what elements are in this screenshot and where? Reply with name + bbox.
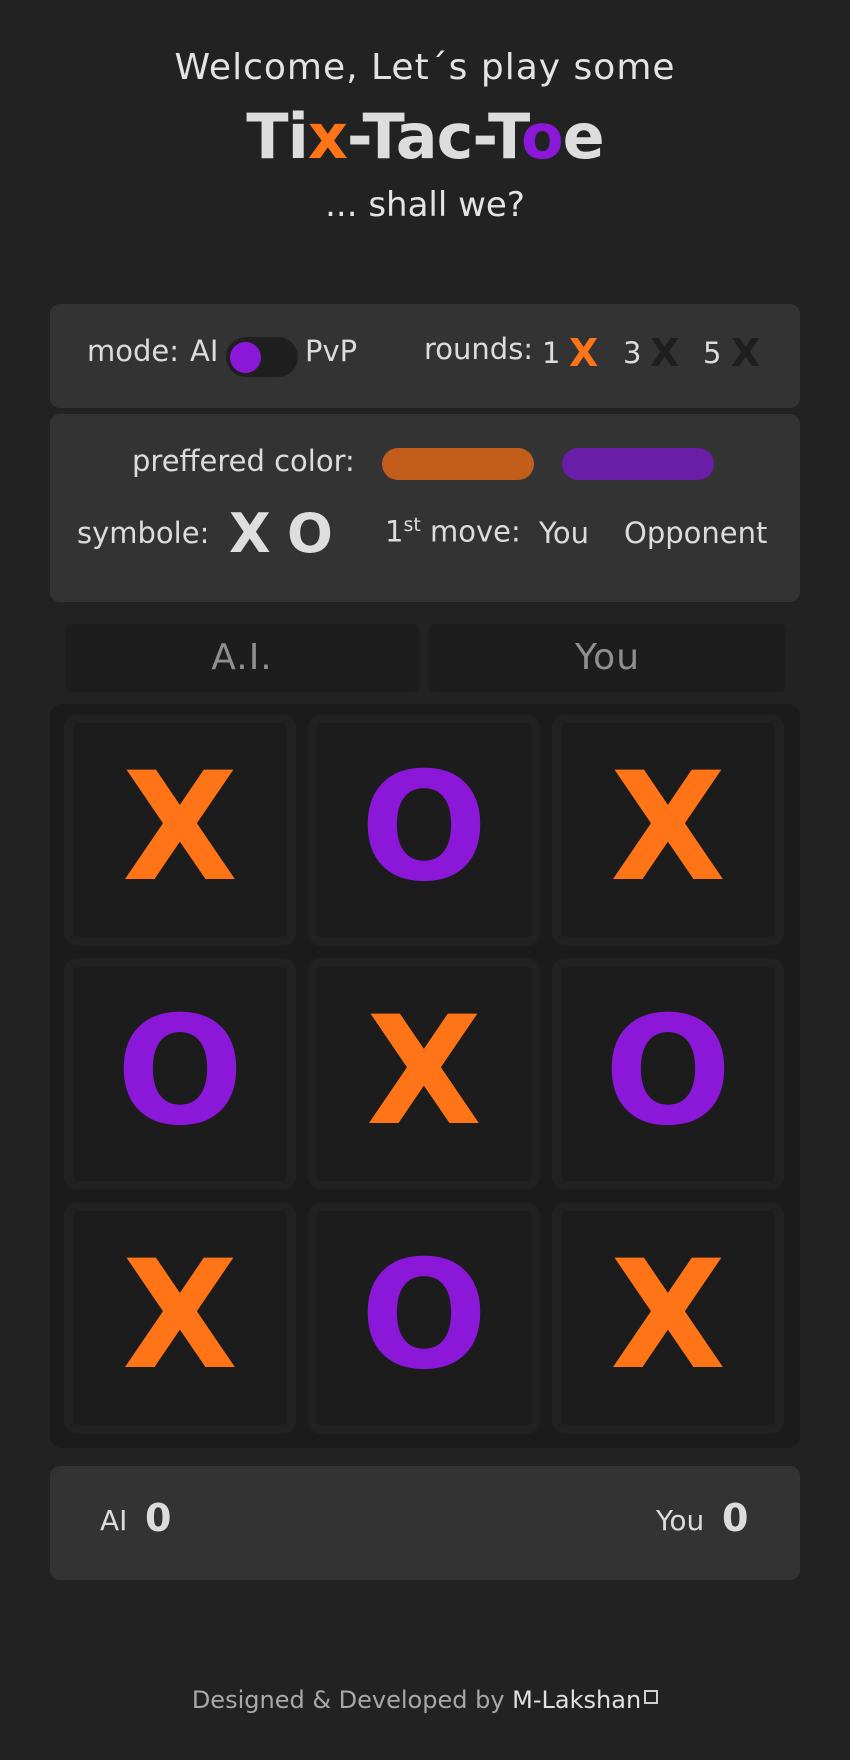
welcome-text: Welcome, Let´s play some [174, 47, 676, 88]
o-mark: O [116, 985, 244, 1159]
board-cell-1[interactable]: X [64, 714, 296, 946]
mode-ai-option[interactable]: AI [190, 334, 218, 368]
header: Welcome, Let´s play some Tix-Tac-Toe ...… [0, 40, 850, 232]
board-cell-6[interactable]: O [552, 958, 784, 1190]
board-cell-7[interactable]: X [64, 1202, 296, 1434]
color-swatch-purple[interactable] [562, 448, 714, 480]
board-cell-4[interactable]: O [64, 958, 296, 1190]
author-link[interactable]: M-Lakshan [512, 1686, 659, 1714]
first-move-label: 1st move: [385, 514, 521, 549]
x-mark: X [366, 985, 482, 1159]
first-move-you[interactable]: You [539, 516, 589, 550]
score-you-label: You [656, 1504, 705, 1537]
color-label: preffered color: [132, 444, 355, 478]
score-ai-value: 0 [145, 1496, 172, 1540]
first-move-opponent[interactable]: Opponent [624, 516, 767, 550]
round-value: 1 [542, 336, 561, 370]
preferences-panel: preffered color: symbole: X O 1st move: … [50, 414, 800, 602]
round-value: 5 [703, 336, 722, 370]
x-mark: X [610, 741, 726, 915]
footer: Designed & Developed by M-Lakshan [0, 1686, 850, 1714]
o-mark: O [360, 1229, 488, 1403]
footer-text: Designed & Developed by [191, 1686, 513, 1714]
rounds-label: rounds: [424, 332, 534, 366]
o-mark: O [604, 985, 732, 1159]
game-board: X O X O X O X O X [50, 704, 800, 1448]
mode-label: mode: [87, 334, 180, 368]
score-ai-label: AI [100, 1504, 128, 1537]
x-mark: X [122, 741, 238, 915]
round-value: 3 [623, 336, 642, 370]
toggle-knob [230, 342, 261, 373]
board-cell-5[interactable]: X [308, 958, 540, 1190]
symbol-x-option[interactable]: X [229, 502, 271, 565]
x-mark: X [122, 1229, 238, 1403]
round-x-icon: X [569, 331, 599, 375]
game-title: Tix-Tac-Toe [246, 100, 604, 173]
round-x-icon: X [650, 331, 680, 375]
color-swatch-orange[interactable] [382, 448, 534, 480]
o-mark: O [360, 741, 488, 915]
symbol-o-option[interactable]: O [287, 502, 333, 565]
scoreboard: AI 0 You 0 [50, 1466, 800, 1580]
turn-indicator-ai: A.I. [65, 624, 419, 692]
external-link-icon [644, 1690, 659, 1704]
settings-panel: mode: AI PvP rounds: 1 X 3 X 5 X [50, 304, 800, 408]
subtitle: ... shall we? [325, 185, 525, 225]
round-x-icon: X [731, 331, 761, 375]
board-cell-2[interactable]: O [308, 714, 540, 946]
mode-toggle[interactable] [226, 337, 298, 377]
board-cell-9[interactable]: X [552, 1202, 784, 1434]
symbol-label: symbole: [77, 516, 210, 550]
turn-indicator-you: You [429, 624, 786, 692]
board-cell-8[interactable]: O [308, 1202, 540, 1434]
score-you-value: 0 [722, 1496, 749, 1540]
mode-pvp-option[interactable]: PvP [305, 334, 357, 368]
x-mark: X [610, 1229, 726, 1403]
board-cell-3[interactable]: X [552, 714, 784, 946]
